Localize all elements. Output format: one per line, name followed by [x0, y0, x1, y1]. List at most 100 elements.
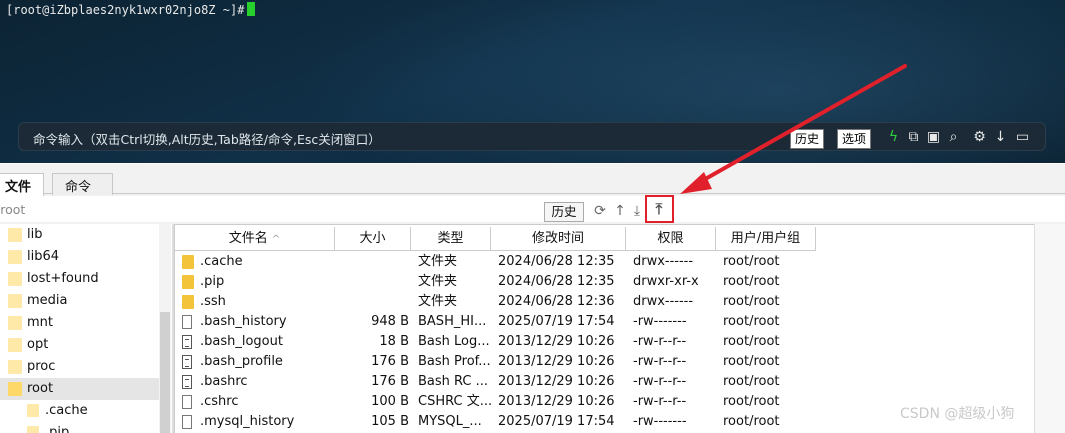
file-icon [182, 375, 192, 389]
terminal-area[interactable]: [root@iZbplaes2nyk1wxr02njo8Z ~]# 命令输入（双… [0, 0, 1065, 163]
column-header-type[interactable]: 类型 [411, 227, 491, 251]
path-text[interactable]: /root [0, 202, 25, 217]
command-input-bar[interactable]: 命令输入（双击Ctrl切换,Alt历史,Tab路径/命令,Esc关闭窗口） 历史… [18, 122, 1046, 151]
tree-item[interactable]: media [0, 290, 160, 312]
tree-item[interactable]: mnt [0, 312, 160, 334]
folder-icon [8, 382, 22, 396]
up-icon[interactable]: ↑ [612, 202, 628, 220]
tree-item[interactable]: .pip [0, 422, 160, 433]
file-row[interactable]: .pip 文件夹 2024/06/28 12:35 drwxr-xr-x root/ro… [175, 272, 1035, 292]
lightning-icon[interactable]: ϟ [885, 129, 902, 146]
download-icon[interactable]: ⤓ [629, 202, 645, 220]
copy-icon[interactable]: ⧉ [905, 129, 922, 146]
tab-commands[interactable]: 命令 [52, 173, 113, 195]
file-owner-cell: root/root [723, 274, 780, 289]
file-mtime-cell: 2013/12/29 10:26 [498, 374, 615, 389]
file-mtime-cell: 2013/12/29 10:26 [498, 394, 615, 409]
file-icon [182, 335, 192, 349]
folder-icon [8, 250, 22, 264]
file-perm-cell: drwx------ [633, 294, 694, 309]
file-row[interactable]: .bashrc 176 B Bash RC ... 2013/12/29 10:26 -… [175, 372, 1035, 392]
tree-item[interactable]: opt [0, 334, 160, 356]
file-size-cell: 948 B [371, 314, 409, 329]
tree-item[interactable]: lost+found [0, 268, 160, 290]
tab-files[interactable]: 文件 [0, 173, 45, 196]
folder-icon [8, 228, 22, 242]
tree-item[interactable]: proc [0, 356, 160, 378]
file-owner-cell: root/root [723, 294, 780, 309]
file-type-cell: Bash Log... [418, 334, 490, 349]
directory-tree[interactable]: lib lib64 lost+found media mnt opt proc … [0, 224, 172, 433]
file-row[interactable]: .bash_logout 18 B Bash Log... 2013/12/29 10… [175, 332, 1035, 352]
folder-icon [8, 360, 22, 374]
file-name-cell: .cache [200, 254, 243, 269]
file-owner-cell: root/root [723, 394, 780, 409]
file-size-cell: 100 B [371, 394, 409, 409]
tree-scrollbar-thumb[interactable] [160, 312, 170, 433]
column-header-owner[interactable]: 用户/用户组 [716, 227, 816, 251]
folder-icon [8, 338, 22, 352]
file-row[interactable]: .bash_history 948 B BASH_HI... 2025/07/19 1… [175, 312, 1035, 332]
tree-item[interactable]: lib [0, 224, 160, 246]
column-header-permission[interactable]: 权限 [626, 227, 716, 251]
file-row[interactable]: .cache 文件夹 2024/06/28 12:35 drwx------ root/… [175, 252, 1035, 272]
refresh-icon[interactable]: ⟳ [592, 202, 608, 220]
file-size-cell: 105 B [371, 414, 409, 429]
file-owner-cell: root/root [723, 334, 780, 349]
file-type-cell: Bash RC ... [418, 374, 489, 389]
file-perm-cell: -rw------- [633, 414, 687, 429]
window-icon[interactable]: ▭ [1014, 129, 1031, 146]
file-perm-cell: -rw-r--r-- [633, 374, 687, 389]
folder-icon [182, 255, 194, 269]
terminal-history-button[interactable]: 历史 [790, 129, 825, 149]
file-name-cell: .cshrc [200, 394, 239, 409]
tree-item-selected[interactable]: root [0, 378, 160, 400]
file-list[interactable]: 文件名 ^ 大小 类型 修改时间 权限 用户/用户组 .cache 文件夹 2024… [174, 224, 1034, 433]
paste-icon[interactable]: ▣ [925, 129, 942, 146]
file-size-cell: 176 B [371, 374, 409, 389]
file-name-cell: .bash_profile [200, 354, 283, 369]
tree-item[interactable]: .cache [0, 400, 160, 422]
file-owner-cell: root/root [723, 314, 780, 329]
file-perm-cell: -rw-r--r-- [633, 354, 687, 369]
file-icon [182, 355, 192, 369]
file-mtime-cell: 2013/12/29 10:26 [498, 354, 615, 369]
file-perm-cell: -rw------- [633, 314, 687, 329]
gear-icon[interactable]: ⚙ [971, 129, 988, 146]
file-size-cell [335, 272, 409, 292]
folder-icon [27, 404, 39, 417]
file-size-cell: 176 B [371, 354, 409, 369]
folder-icon [8, 294, 22, 308]
tree-item[interactable]: lib64 [0, 246, 160, 268]
folder-icon [27, 426, 39, 433]
terminal-options-button[interactable]: 选项 [837, 129, 872, 149]
file-name-cell: .ssh [200, 294, 226, 309]
folder-icon [8, 316, 22, 330]
path-history-button[interactable]: 历史 [544, 202, 584, 222]
file-name-cell: .bashrc [200, 374, 248, 389]
file-type-cell: 文件夹 [418, 274, 458, 289]
column-header-name[interactable]: 文件名 ^ [175, 227, 335, 251]
file-mtime-cell: 2024/06/28 12:35 [498, 254, 615, 269]
file-owner-cell: root/root [723, 414, 780, 429]
file-name-cell: .mysql_history [200, 414, 295, 429]
panel-tabs: 文件 命令 [0, 170, 1065, 196]
file-perm-cell: -rw-r--r-- [633, 334, 687, 349]
file-size-cell [335, 292, 409, 312]
file-icon [182, 315, 192, 329]
column-header-size[interactable]: 大小 [335, 227, 411, 251]
file-type-cell: MYSQL_... [418, 414, 482, 429]
terminal-prompt: [root@iZbplaes2nyk1wxr02njo8Z ~]# [6, 2, 256, 17]
file-perm-cell: -rw-r--r-- [633, 394, 687, 409]
file-size-cell [335, 252, 409, 272]
file-type-cell: CSHRC 文... [418, 394, 493, 409]
file-row[interactable]: .ssh 文件夹 2024/06/28 12:36 drwx------ root/ro… [175, 292, 1035, 312]
search-icon[interactable]: ⌕ [945, 129, 962, 146]
file-mtime-cell: 2013/12/29 10:26 [498, 334, 615, 349]
column-header-mtime[interactable]: 修改时间 [491, 227, 626, 251]
upload-icon[interactable]: ⤒ [650, 200, 668, 218]
file-icon [182, 395, 192, 409]
arrow-down-icon[interactable]: ↓ [992, 129, 1009, 146]
file-row[interactable]: .bash_profile 176 B Bash Prof... 2013/12/29… [175, 352, 1035, 372]
path-bar[interactable]: /root [0, 196, 1065, 222]
